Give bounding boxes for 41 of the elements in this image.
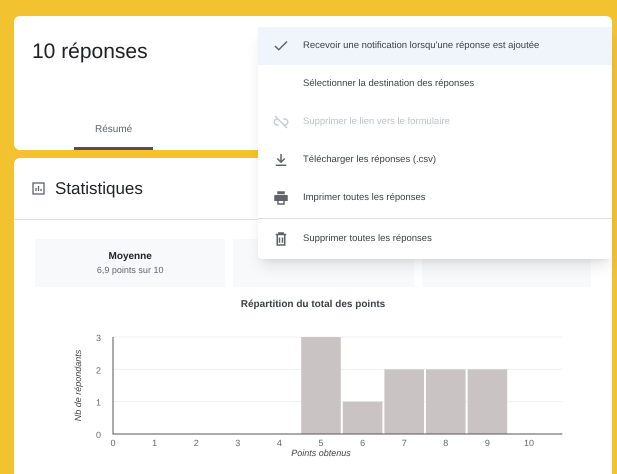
menu-item-label: Télécharger les réponses (.csv) (303, 152, 436, 167)
stat-label: Moyenne (108, 250, 152, 264)
x-axis-title: Points obtenus (291, 448, 351, 458)
menu-item-label: Sélectionner la destination des réponses (303, 76, 474, 91)
y-axis-title: Nb de répondants (73, 350, 83, 422)
axis-tick-label: 2 (194, 438, 199, 448)
menu-item-label: Imprimer toutes les réponses (303, 190, 426, 205)
menu-item[interactable]: Télécharger les réponses (.csv) (258, 141, 612, 179)
menu-item-label: Supprimer le lien vers le formulaire (303, 114, 450, 129)
stat-value: 6,9 points sur 10 (96, 264, 164, 277)
axis-tick-label: 9 (484, 438, 490, 448)
unlink-icon (272, 113, 290, 131)
menu-item[interactable]: Sélectionner la destination des réponses (258, 65, 612, 103)
axis-tick-label: 3 (235, 438, 240, 448)
menu-item[interactable]: Recevoir une notification lorsqu'une réponse est ajoutée (258, 27, 612, 65)
axis-tick-label: 8 (443, 438, 448, 448)
menu-item[interactable]: Imprimer toutes les réponses (258, 179, 612, 217)
axis-tick-label: 6 (360, 438, 366, 448)
histogram-bar (342, 402, 382, 434)
menu-item[interactable]: Supprimer toutes les réponses (258, 220, 612, 258)
bar-chart-icon (32, 182, 45, 195)
section-title: Statistiques (55, 178, 143, 200)
axis-tick-label: 5 (318, 438, 324, 448)
menu-item-label: Recevoir une notification lorsqu'une réponse est ajoutée (303, 38, 540, 53)
axis-tick-label: 0 (96, 430, 101, 440)
axis-tick-label: 3 (96, 333, 101, 343)
histogram-bar (426, 369, 466, 434)
responses-title: 10 réponses (32, 39, 148, 65)
menu-item-label: Supprimer toutes les réponses (303, 232, 432, 246)
axis-tick-label: 1 (152, 438, 158, 448)
chart-title: Répartition du total des points (240, 298, 386, 312)
axis-tick-label: 4 (276, 438, 282, 448)
tab[interactable]: Résumé (74, 116, 154, 150)
axis-tick-label: 2 (96, 365, 101, 376)
axis-tick-label: 10 (524, 438, 534, 448)
histogram-bar (468, 369, 508, 434)
histogram-bar (384, 369, 424, 434)
print-icon (272, 189, 290, 207)
axis-tick-label: 0 (110, 438, 116, 448)
axis-tick-label: 7 (402, 438, 407, 448)
axis-tick-label: 1 (96, 398, 101, 408)
